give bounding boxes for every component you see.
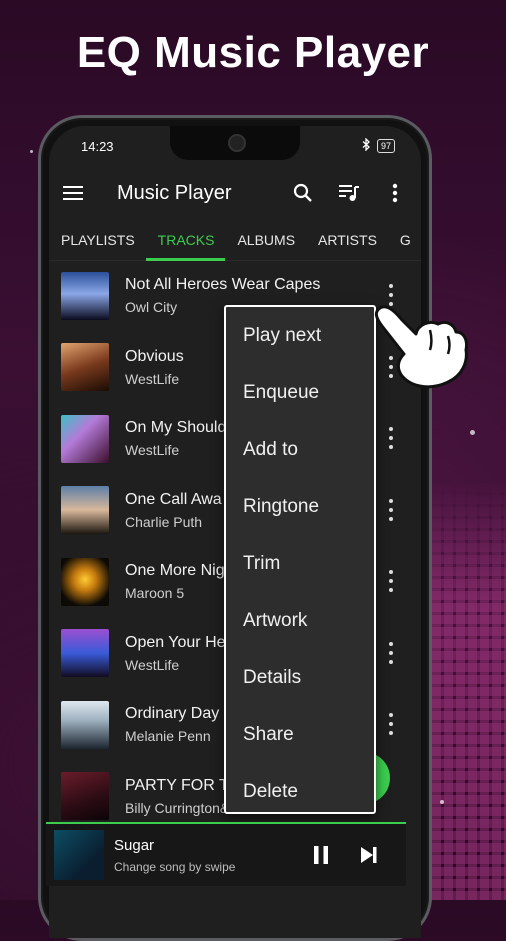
track-artist: Melanie Penn (125, 728, 211, 745)
promo-title: EQ Music Player (76, 28, 430, 77)
hamburger-menu-icon[interactable] (63, 186, 83, 200)
menu-item-details[interactable]: Details (226, 649, 374, 706)
queue-music-icon[interactable] (337, 181, 361, 205)
now-playing-title: Sugar (114, 836, 155, 854)
menu-item-trim[interactable]: Trim (226, 535, 374, 592)
track-artist: WestLife (125, 370, 180, 387)
app-bar: Music Player (49, 166, 421, 220)
track-more-icon[interactable] (389, 641, 393, 664)
album-art (61, 414, 109, 463)
menu-item-artwork[interactable]: Artwork (226, 592, 374, 649)
album-art (61, 629, 109, 678)
track-title: Ordinary Day (125, 705, 220, 723)
track-title: Not All Heroes Wear Capes (125, 276, 321, 294)
pointing-hand-icon (372, 300, 472, 392)
pause-icon[interactable] (310, 844, 332, 866)
tab-playlists[interactable]: PLAYLISTS (49, 232, 146, 260)
tab-artists[interactable]: ARTISTS (306, 232, 388, 260)
menu-item-delete[interactable]: Delete (226, 763, 374, 820)
now-playing-subtitle: Change song by swipe (114, 859, 236, 874)
menu-item-play-next[interactable]: Play next (226, 307, 374, 364)
camera-icon (228, 134, 246, 152)
sparkle-decoration (30, 150, 33, 153)
album-art (61, 557, 109, 606)
now-playing-bar[interactable]: Sugar Change song by swipe (46, 822, 406, 886)
album-art (61, 486, 109, 535)
album-art (61, 343, 109, 392)
overflow-menu-icon[interactable] (383, 181, 407, 205)
track-context-menu: Play next Enqueue Add to Ringtone Trim A… (224, 305, 376, 814)
menu-item-ringtone[interactable]: Ringtone (226, 478, 374, 535)
track-more-icon[interactable] (389, 570, 393, 592)
menu-item-share[interactable]: Share (226, 706, 374, 763)
menu-item-add-to[interactable]: Add to (226, 421, 374, 478)
next-track-icon[interactable] (358, 844, 380, 866)
track-title: One Call Awa (125, 490, 222, 508)
app-title: Music Player (117, 181, 232, 204)
status-icons: 97 (362, 137, 395, 154)
track-title: One More Nig (125, 562, 225, 580)
track-more-icon[interactable] (389, 713, 393, 735)
battery-icon: 97 (376, 139, 395, 153)
track-more-icon[interactable] (389, 498, 393, 521)
track-more-icon[interactable] (389, 427, 393, 449)
album-art (61, 772, 109, 821)
track-title: Obvious (125, 347, 184, 365)
track-artist: Charlie Puth (125, 513, 203, 530)
track-title: Open Your He (125, 633, 226, 651)
phone-notch (170, 126, 300, 160)
status-time: 14:23 (81, 138, 114, 154)
tab-genres[interactable]: G (388, 232, 421, 260)
sparkle-decoration (470, 430, 475, 435)
sparkle-decoration (440, 800, 444, 804)
bluetooth-icon (362, 137, 371, 154)
track-artist: WestLife (125, 442, 180, 459)
track-title: On My Should (125, 419, 227, 437)
menu-item-enqueue[interactable]: Enqueue (226, 364, 374, 421)
track-artist: Maroon 5 (125, 585, 185, 602)
tab-tracks[interactable]: TRACKS (145, 232, 226, 261)
tab-albums[interactable]: ALBUMS (225, 232, 306, 260)
album-art (61, 271, 109, 320)
tab-bar: PLAYLISTS TRACKS ALBUMS ARTISTS G (49, 220, 421, 261)
album-art (61, 700, 109, 749)
track-artist: WestLife (125, 656, 180, 673)
now-playing-album-art (54, 830, 104, 880)
search-icon[interactable] (291, 181, 315, 205)
